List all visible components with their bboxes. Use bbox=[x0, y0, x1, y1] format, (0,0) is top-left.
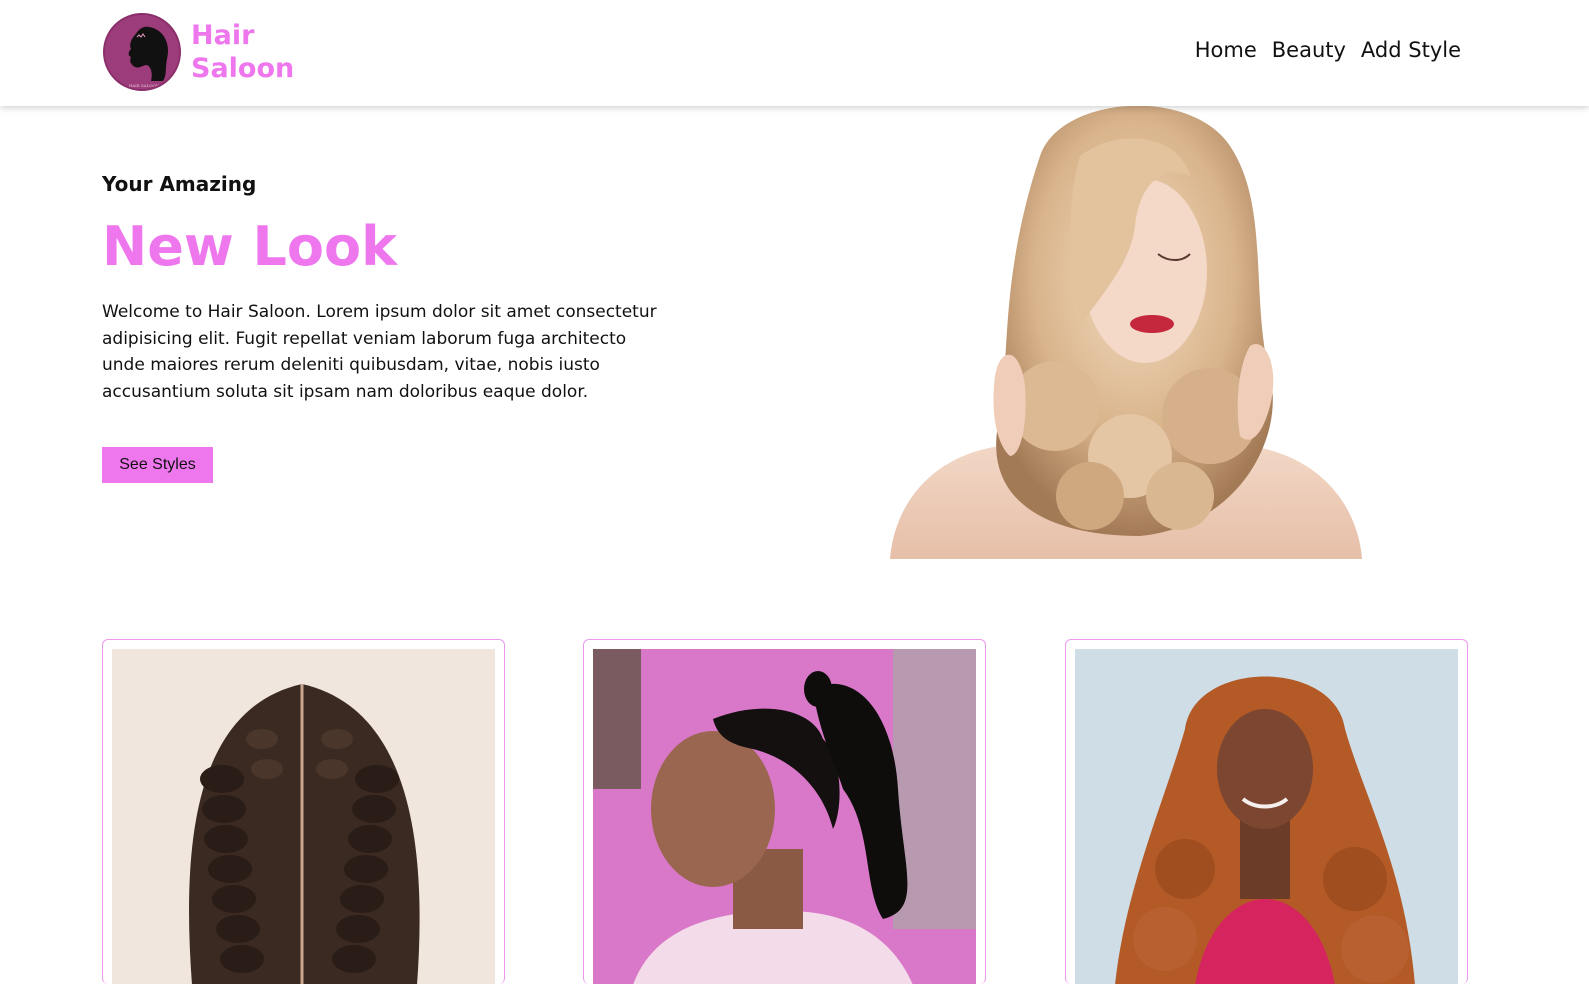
brand-name: Hair Saloon bbox=[191, 19, 294, 85]
brand-name-line1: Hair bbox=[191, 20, 255, 51]
style-card-ponytail[interactable] bbox=[583, 639, 986, 984]
svg-text:HAIR SALOON: HAIR SALOON bbox=[129, 83, 160, 88]
hero-kicker: Your Amazing bbox=[102, 172, 257, 196]
see-styles-button[interactable]: See Styles bbox=[102, 447, 213, 483]
site-header: HAIR SALOON Hair Saloon Home Beauty Add … bbox=[0, 0, 1589, 106]
hero-title: New Look bbox=[102, 215, 398, 278]
main-nav: Home Beauty Add Style bbox=[1195, 38, 1461, 62]
logo-icon: HAIR SALOON bbox=[103, 13, 181, 91]
auburn-waves-photo bbox=[1075, 649, 1458, 984]
braids-photo bbox=[112, 649, 495, 984]
brand-name-line2: Saloon bbox=[191, 53, 295, 84]
nav-beauty-link[interactable]: Beauty bbox=[1272, 38, 1346, 62]
hero-image bbox=[890, 96, 1362, 559]
nav-add-style-link[interactable]: Add Style bbox=[1361, 38, 1461, 62]
brand-logo-link[interactable]: HAIR SALOON Hair Saloon bbox=[103, 13, 294, 91]
ponytail-photo bbox=[593, 649, 976, 984]
nav-home-link[interactable]: Home bbox=[1195, 38, 1257, 62]
style-card-auburn-waves[interactable] bbox=[1065, 639, 1468, 984]
style-card-braids[interactable] bbox=[102, 639, 505, 984]
hero-description: Welcome to Hair Saloon. Lorem ipsum dolo… bbox=[102, 302, 657, 402]
